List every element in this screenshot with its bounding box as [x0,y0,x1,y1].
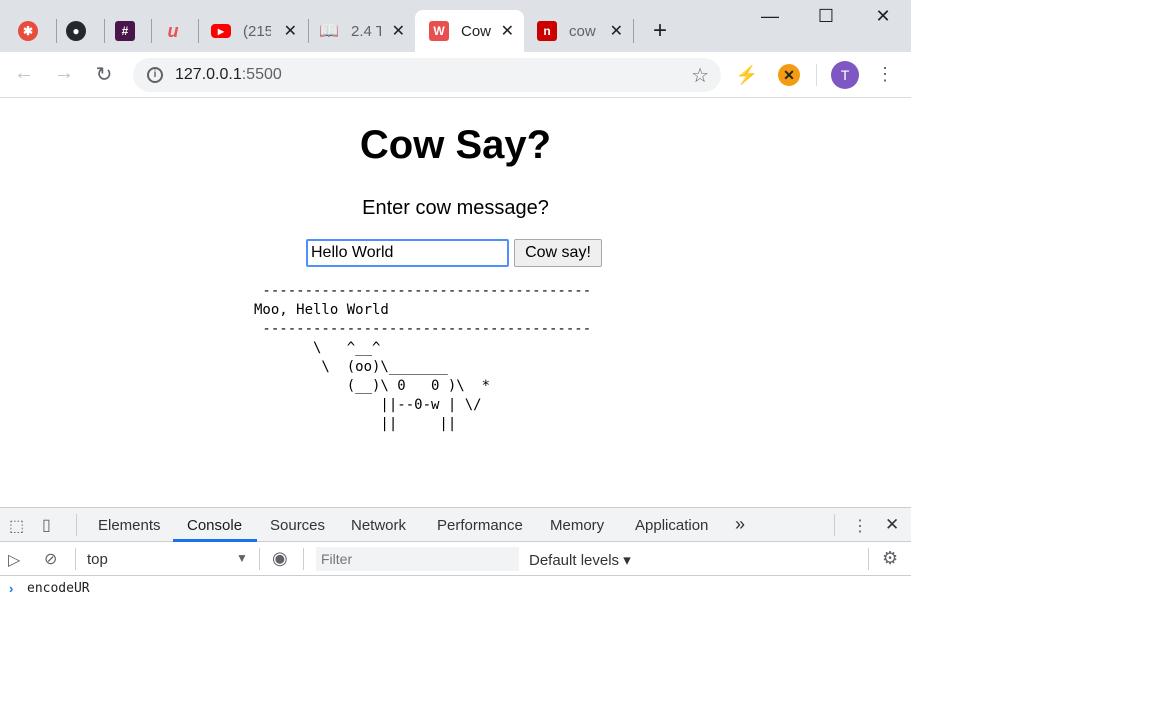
devtools-divider [75,548,76,570]
tab-network[interactable]: Network [351,517,406,534]
more-tabs-button[interactable]: » [735,514,745,535]
url-port: :5500 [241,66,282,83]
block-extension-icon[interactable]: ✕ [778,64,800,86]
tab-title: cow [569,22,596,40]
tab-performance[interactable]: Performance [437,517,523,534]
tab-cow-active[interactable]: W Cow ✕ [415,10,524,52]
close-window-button[interactable]: ✕ [871,6,895,27]
tab-youtube[interactable]: ▶ (215 ✕ [211,10,307,52]
tab-title: Cow [461,22,491,40]
github-icon: ● [66,21,86,41]
tab-github[interactable]: ● [66,10,96,52]
devtools-panel: ⬚ ▯ Elements Console Sources Network Per… [0,507,911,702]
reload-button[interactable]: ↻ [92,62,116,87]
tab-application[interactable]: Application [635,517,708,534]
cow-message-input[interactable] [306,239,509,267]
address-bar[interactable]: i 127.0.0.1:5500 ☆ [133,58,721,92]
tab-title: 2.4 T [351,22,381,40]
tab-pinwheel[interactable]: ✱ [18,10,48,52]
lightning-extension-icon[interactable]: ⚡ [736,64,758,86]
toolbar-divider [816,64,817,86]
eye-icon[interactable]: ◉ [272,548,288,569]
url-host: 127.0.0.1 [175,66,242,83]
tab-udemy[interactable]: u [163,10,193,52]
tab-npm[interactable]: n cow ✕ [537,10,633,52]
udemy-icon: u [167,20,179,41]
new-tab-button[interactable]: + [648,17,672,45]
desktop-background [911,0,1152,701]
devtools-divider [76,514,77,536]
page-content: Cow Say? Enter cow message? Cow say! ---… [0,98,911,507]
browser-window: ✱ ● # u ▶ (215 ✕ 📖 2.4 T ✕ W Cow ✕ n cow… [0,0,911,702]
tab-slack[interactable]: # [115,10,145,52]
tab-divider [56,19,57,43]
tab-console[interactable]: Console [187,517,242,534]
chevron-down-icon[interactable]: ▼ [236,551,248,565]
devtools-divider [259,548,260,570]
tab-title: (215 [243,22,271,40]
log-levels-dropdown[interactable]: Default levels ▾ [529,551,631,569]
tab-divider [104,19,105,43]
slack-icon: # [115,21,135,41]
info-icon[interactable]: i [147,67,163,83]
back-button[interactable]: ← [12,62,36,85]
close-tab-icon[interactable]: ✕ [284,21,297,41]
tab-strip: ✱ ● # u ▶ (215 ✕ 📖 2.4 T ✕ W Cow ✕ n cow… [0,0,911,52]
devtools-menu-icon[interactable]: ⋮ [852,516,868,536]
devtools-tabbar: ⬚ ▯ Elements Console Sources Network Per… [0,508,911,542]
sidebar-toggle-icon[interactable]: ▷ [8,550,20,570]
devtools-divider [834,514,835,536]
tab-divider [151,19,152,43]
page-title: Cow Say? [359,123,552,167]
context-selector[interactable]: top [87,551,108,568]
devtools-divider [303,548,304,570]
tab-elements[interactable]: Elements [98,517,161,534]
console-filter-input[interactable] [316,547,519,571]
tab-memory[interactable]: Memory [550,517,604,534]
w-icon: W [429,21,449,41]
message-prompt: Enter cow message? [362,197,549,219]
profile-avatar[interactable]: T [831,61,859,89]
close-tab-icon[interactable]: ✕ [610,21,623,41]
tab-book[interactable]: 📖 2.4 T ✕ [319,10,415,52]
inspect-element-icon[interactable]: ⬚ [9,516,24,536]
browser-menu-icon[interactable]: ⋮ [876,64,894,85]
book-icon: 📖 [319,23,339,40]
close-tab-icon[interactable]: ✕ [392,21,405,41]
pinwheel-icon: ✱ [18,21,38,41]
forward-button[interactable]: → [52,62,76,85]
maximize-button[interactable]: ☐ [814,6,838,27]
tab-divider [198,19,199,43]
cowsay-output: --------------------------------------- … [254,283,592,432]
npm-icon: n [537,21,557,41]
devtools-divider [868,548,869,570]
browser-toolbar: ← → ↻ i 127.0.0.1:5500 ☆ ⚡ ✕ T ⋮ [0,52,911,98]
url-text: 127.0.0.1:5500 [175,66,282,84]
minimize-button[interactable]: — [758,6,782,27]
bookmark-star-icon[interactable]: ☆ [691,63,709,88]
device-toolbar-icon[interactable]: ▯ [42,515,51,535]
console-prompt-icon: › [9,581,14,596]
console-output[interactable]: › encodeUR [0,576,911,702]
close-tab-icon[interactable]: ✕ [501,21,514,41]
youtube-icon: ▶ [211,24,231,38]
tab-divider [308,19,309,43]
gear-icon[interactable]: ⚙ [882,548,898,569]
console-input[interactable]: encodeUR [27,581,90,596]
tab-divider [633,19,634,43]
cow-say-button[interactable]: Cow say! [514,239,602,267]
console-toolbar: ▷ ⊘ top ▼ ◉ Default levels ▾ ⚙ [0,542,911,576]
tab-sources[interactable]: Sources [270,517,325,534]
close-devtools-icon[interactable]: ✕ [885,515,899,535]
clear-console-icon[interactable]: ⊘ [44,549,57,569]
